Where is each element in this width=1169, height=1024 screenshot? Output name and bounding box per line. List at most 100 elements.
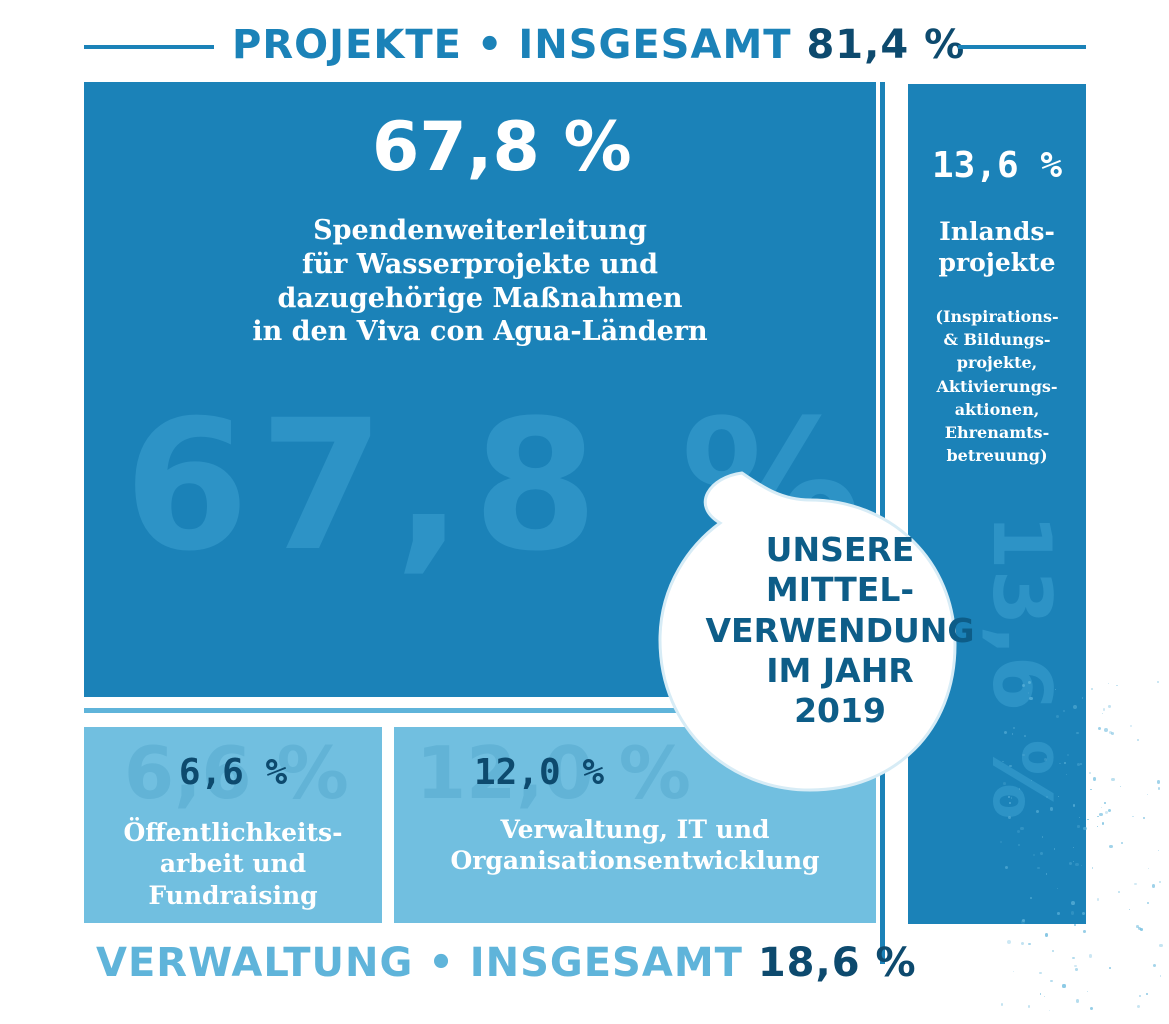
- spray-speck: [1088, 772, 1091, 775]
- spray-speck: [1091, 687, 1094, 690]
- spray-speck: [1096, 825, 1098, 827]
- spray-speck: [1108, 705, 1111, 708]
- spray-speck: [1158, 881, 1161, 884]
- spray-speck: [1013, 727, 1015, 729]
- label-line: Fundraising: [148, 880, 318, 910]
- spray-speck: [1039, 993, 1042, 995]
- spray-speck: [1051, 949, 1054, 952]
- spray-speck: [1075, 967, 1079, 971]
- spray-speck: [1104, 802, 1106, 805]
- spray-speck: [1156, 680, 1159, 683]
- spray-speck: [1134, 882, 1137, 886]
- spray-speck: [1136, 1004, 1140, 1009]
- spray-speck: [1074, 923, 1077, 926]
- spray-speck: [1039, 971, 1042, 975]
- spray-speck: [1020, 941, 1025, 946]
- spray-speck: [1027, 692, 1030, 694]
- spray-speck: [1083, 930, 1087, 934]
- badge-line: MITTEL-: [765, 570, 915, 610]
- spray-speck: [1157, 787, 1160, 790]
- footer-title: VERWALTUNG • INSGESAMT 18,6 %: [96, 940, 917, 986]
- spray-speck: [1119, 785, 1121, 787]
- spray-speck: [1108, 966, 1111, 969]
- spray-speck: [1146, 793, 1149, 796]
- spray-speck: [1146, 901, 1150, 904]
- spray-speck: [1072, 804, 1076, 808]
- spray-speck: [1138, 994, 1141, 997]
- label-line: in den Viva con Agua-Ländern: [252, 316, 708, 348]
- spray-speck: [1102, 708, 1106, 711]
- spray-speck: [1050, 979, 1054, 983]
- spray-speck: [1146, 992, 1149, 995]
- spray-speck: [1087, 991, 1089, 993]
- spray-speck: [1120, 842, 1123, 845]
- segment-label-large: Spendenweiterleitung für Wasserprojekte …: [180, 214, 780, 349]
- badge-line: IM JAHR: [766, 650, 914, 690]
- spray-speck: [1072, 956, 1075, 960]
- spray-speck: [1045, 873, 1047, 875]
- segment-label-inland: Inlands- projekte: [908, 216, 1086, 279]
- spray-speck: [1107, 809, 1111, 813]
- spray-speck: [1062, 984, 1066, 988]
- spray-speck: [1041, 836, 1044, 838]
- note-line: (Inspirations-: [935, 307, 1059, 326]
- header-label: PROJEKTE • INSGESAMT: [232, 22, 792, 68]
- label-line: Organisationsentwicklung: [450, 846, 820, 876]
- spray-speck: [1104, 728, 1109, 733]
- spray-speck: [1070, 911, 1075, 915]
- spray-speck: [1159, 943, 1164, 948]
- spray-speck: [1092, 777, 1097, 781]
- segment-value-verw: 12,0 %: [473, 752, 605, 793]
- spray-speck: [1028, 1005, 1031, 1008]
- spray-speck: [1022, 753, 1025, 757]
- spray-speck: [1007, 939, 1012, 944]
- spray-speck: [1159, 974, 1162, 977]
- spray-speck: [1048, 1009, 1050, 1011]
- spray-speck: [1091, 867, 1094, 869]
- segment-label-oeff: Öffentlichkeits- arbeit und Fundraising: [84, 817, 382, 911]
- spray-speck: [1028, 942, 1031, 946]
- spray-speck: [1158, 849, 1160, 851]
- spray-speck: [1065, 773, 1067, 775]
- spray-speck: [1096, 898, 1100, 901]
- spray-speck: [1100, 806, 1102, 809]
- spray-speck: [1035, 809, 1039, 813]
- segment-note-inland: (Inspirations- & Bildungs- projekte, Akt…: [904, 305, 1090, 467]
- label-line: Inlands-: [939, 217, 1055, 246]
- label-line: arbeit und: [159, 849, 307, 879]
- note-line: projekte,: [956, 353, 1038, 373]
- spray-speck: [1132, 815, 1134, 818]
- spray-speck: [1102, 712, 1104, 715]
- spray-speck: [1088, 954, 1093, 958]
- spray-speck: [1090, 789, 1092, 791]
- spray-speck: [1033, 854, 1035, 857]
- spray-speck: [1101, 822, 1104, 825]
- segment-value-oeff: 6,6 %: [178, 752, 288, 793]
- badge-text: UNSERE MITTEL- VERWENDUNG IM JAHR 2019: [690, 530, 990, 731]
- spray-speck: [1136, 738, 1140, 741]
- spray-speck: [1029, 696, 1033, 701]
- spray-speck: [1011, 733, 1013, 735]
- header-rule-left: [84, 45, 214, 49]
- spray-speck: [1143, 816, 1146, 819]
- spray-speck: [1116, 684, 1118, 687]
- spray-speck: [1018, 788, 1020, 790]
- footer-total: 18,6 %: [757, 940, 917, 986]
- spray-speck: [1056, 714, 1060, 718]
- spray-speck: [1107, 682, 1110, 684]
- badge-line: UNSERE: [765, 530, 915, 569]
- spray-speck: [1072, 704, 1077, 709]
- header-rule-right: [958, 45, 1086, 49]
- spray-speck: [1108, 730, 1112, 734]
- spray-speck: [1152, 963, 1157, 968]
- note-line: aktionen,: [954, 399, 1040, 419]
- spray-speck: [1075, 999, 1080, 1003]
- top-header: PROJEKTE • INSGESAMT 81,4 %: [0, 22, 1169, 72]
- footer-label: VERWALTUNG • INSGESAMT: [96, 940, 743, 986]
- spray-speck: [1147, 867, 1149, 869]
- spray-speck: [1109, 844, 1113, 849]
- spray-speck: [1008, 801, 1011, 805]
- spray-speck: [1156, 780, 1161, 784]
- spray-speck: [1076, 731, 1079, 735]
- badge-line: VERWENDUNG: [705, 610, 975, 650]
